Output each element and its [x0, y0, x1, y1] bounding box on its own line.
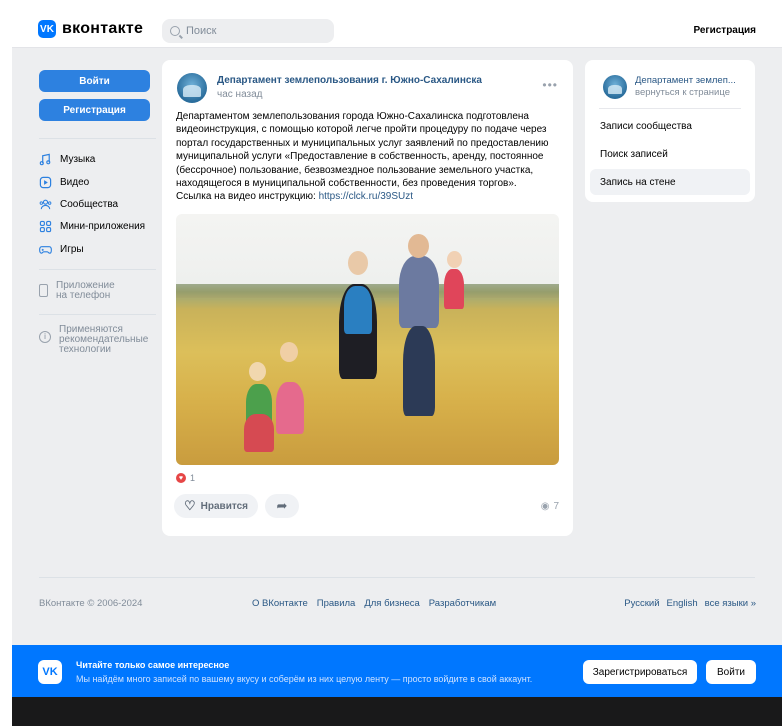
- register-link[interactable]: Регистрация: [693, 25, 756, 36]
- page: VK вконтакте Поиск Регистрация Войти Рег…: [12, 8, 782, 726]
- likes-count: 1: [190, 473, 196, 483]
- community-avatar[interactable]: [177, 73, 207, 103]
- vk-logo[interactable]: VK вконтакте: [38, 20, 143, 38]
- search-icon: [170, 26, 180, 36]
- sidebar-item-label: Игры: [60, 244, 84, 255]
- banner-title: Читайте только самое интересное: [76, 660, 230, 670]
- heart-outline-icon: ♡: [184, 498, 196, 513]
- mobile-app-line2: на телефон: [56, 290, 111, 301]
- post-link-prefix: Ссылка на видео инструкцию:: [176, 191, 319, 203]
- signup-banner: VK Читайте только самое интересное Мы на…: [12, 645, 782, 697]
- vk-logo-icon: VK: [38, 660, 62, 684]
- like-label: Нравится: [200, 500, 249, 512]
- video-icon: [39, 176, 52, 189]
- footer-divider: [39, 577, 755, 578]
- sidebar-item-label: Музыка: [60, 154, 96, 165]
- sidebar-item-games[interactable]: Игры: [39, 243, 84, 256]
- sidebar-divider: [39, 269, 156, 270]
- search-input[interactable]: Поиск: [162, 19, 334, 43]
- language-links: Русский English все языки »: [624, 598, 756, 609]
- reactions-summary[interactable]: ♥ 1: [176, 473, 195, 483]
- top-header: VK вконтакте Поиск Регистрация: [12, 8, 782, 48]
- card-divider: [599, 108, 741, 109]
- community-posts-link[interactable]: Записи сообщества: [590, 113, 750, 139]
- views-count: 7: [553, 501, 559, 512]
- footer-link-rules[interactable]: Правила: [317, 598, 356, 609]
- sidebar-item-video[interactable]: Видео: [39, 176, 89, 189]
- groups-icon: [39, 198, 52, 211]
- recommendation-tech-notice[interactable]: i Применяются рекомендательные технологи…: [39, 325, 148, 355]
- footer-copyright: ВКонтакте © 2006-2024: [39, 598, 143, 609]
- apps-icon: [39, 220, 52, 233]
- footer-link-business[interactable]: Для бизнеса: [364, 598, 419, 609]
- search-placeholder: Поиск: [186, 25, 217, 37]
- share-button[interactable]: ➦: [265, 494, 299, 518]
- sidebar-item-label: Мини-приложения: [60, 221, 146, 232]
- phone-icon: [39, 284, 48, 297]
- search-posts-link[interactable]: Поиск записей: [590, 141, 750, 167]
- sidebar-divider: [39, 138, 156, 139]
- more-options-icon[interactable]: •••: [542, 78, 558, 92]
- info-icon: i: [39, 331, 51, 343]
- post-body: Департаментом землепользования города Юж…: [176, 111, 549, 190]
- sidebar-item-music[interactable]: Музыка: [39, 153, 95, 166]
- sidebar-item-groups[interactable]: Сообщества: [39, 198, 118, 211]
- wall-post: Департамент землепользования г. Южно-Сах…: [162, 60, 573, 536]
- eye-icon: ◉: [540, 501, 550, 512]
- share-icon: ➦: [276, 498, 288, 513]
- mobile-app-link[interactable]: Приложение на телефон: [39, 281, 115, 301]
- footer-link-developers[interactable]: Разработчикам: [429, 598, 496, 609]
- sidebar-item-apps[interactable]: Мини-приложения: [39, 220, 145, 233]
- register-button[interactable]: Регистрация: [39, 99, 150, 121]
- sidebar-item-label: Сообщества: [60, 199, 119, 210]
- post-text: Департаментом землепользования города Юж…: [176, 110, 566, 204]
- post-link[interactable]: https://clck.ru/39SUzt: [319, 191, 413, 202]
- footer-links: О ВКонтакте Правила Для бизнеса Разработ…: [252, 598, 496, 609]
- vk-logo-icon: VK: [38, 20, 56, 38]
- post-author[interactable]: Департамент землепользования г. Южно-Сах…: [217, 75, 482, 86]
- sidebar-item-label: Видео: [60, 177, 90, 188]
- like-button[interactable]: ♡ Нравится: [174, 494, 259, 518]
- community-avatar-small[interactable]: [603, 75, 627, 99]
- post-time[interactable]: час назад: [217, 89, 263, 100]
- login-button[interactable]: Войти: [39, 70, 150, 92]
- post-photo[interactable]: [176, 214, 559, 465]
- back-to-page-link[interactable]: вернуться к странице: [635, 87, 730, 98]
- bottom-bar: [12, 697, 782, 726]
- music-icon: [39, 153, 52, 166]
- community-name[interactable]: Департамент землеп...: [635, 75, 736, 86]
- banner-login-button[interactable]: Войти: [706, 660, 756, 684]
- views-counter: ◉ 7: [541, 501, 559, 512]
- lang-english[interactable]: English: [667, 598, 698, 609]
- sidebar-divider: [39, 314, 156, 315]
- lang-all[interactable]: все языки »: [705, 598, 756, 609]
- logo-text: вконтакте: [62, 20, 144, 37]
- banner-register-button[interactable]: Зарегистрироваться: [583, 660, 697, 684]
- footer-link-about[interactable]: О ВКонтакте: [252, 598, 308, 609]
- wall-post-link[interactable]: Запись на стене: [590, 169, 750, 195]
- community-nav-card: Департамент землеп... вернуться к страни…: [585, 60, 755, 202]
- banner-subtitle: Мы найдём много записей по вашему вкусу …: [76, 674, 533, 684]
- heart-icon: ♥: [176, 473, 186, 483]
- lang-russian[interactable]: Русский: [624, 598, 659, 609]
- games-icon: [39, 243, 52, 256]
- rec-line3: технологии: [59, 344, 112, 355]
